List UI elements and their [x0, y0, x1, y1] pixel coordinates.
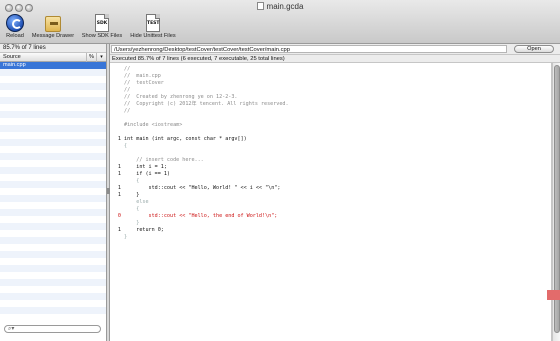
execution-count: 1 — [117, 164, 121, 170]
code-text: // main.cpp — [124, 73, 161, 79]
source-sidebar: 85.7% of 7 lines Source % ▾ main.cpp ⌕▾ — [0, 44, 107, 341]
sdk-document-icon: SDK — [95, 14, 109, 32]
hide-unittest-files-label: Hide Unittest Files — [130, 33, 176, 39]
code-text: { — [124, 206, 140, 212]
code-line: 1 return 0; — [110, 227, 551, 234]
execution-status: Executed 85.7% of 7 lines (6 executed, 7… — [110, 54, 560, 63]
execution-count: 1 — [117, 136, 121, 142]
code-line: #include <iostream> — [110, 122, 551, 129]
code-text: std::cout << "Hello, the end of World!\n… — [124, 213, 278, 219]
code-text: } — [124, 234, 128, 240]
code-view[interactable]: //// main.cpp// testCover//// Created by… — [110, 63, 552, 341]
code-text: // — [124, 87, 131, 93]
code-text: else — [124, 199, 149, 205]
code-line: 1 int main (int argc, const char * argv[]… — [110, 136, 551, 143]
search-field[interactable]: ⌕▾ — [4, 325, 101, 333]
code-text: // testCover — [124, 80, 164, 86]
code-text: } — [124, 192, 140, 198]
code-line: // testCover — [110, 80, 551, 87]
execution-count: 1 — [117, 171, 121, 177]
file-list-header: Source % ▾ — [0, 53, 106, 62]
code-line: else — [110, 199, 551, 206]
title-toolbar: main.gcda Reload Message Drawer SDK Show… — [0, 0, 560, 44]
hide-unittest-files-button[interactable]: TEST Hide Unittest Files — [126, 14, 180, 42]
code-line: // — [110, 87, 551, 94]
code-text: int main (int argc, const char * argv[]) — [124, 136, 247, 142]
code-text: // Copyright (c) 2012年 tencent. All righ… — [124, 101, 289, 107]
source-viewer: /Users/yezhenrong/Desktop/testCover/test… — [110, 44, 560, 341]
code-text: { — [124, 178, 140, 184]
show-sdk-files-button[interactable]: SDK Show SDK Files — [80, 14, 124, 42]
reload-icon — [6, 14, 24, 32]
code-line: { — [110, 206, 551, 213]
file-list: main.cpp — [0, 62, 106, 314]
file-list-item[interactable]: main.cpp — [0, 62, 106, 69]
execution-count: 0 — [117, 213, 121, 219]
message-drawer-button[interactable]: Message Drawer — [30, 14, 76, 42]
execution-count: 1 — [117, 185, 121, 191]
show-sdk-files-label: Show SDK Files — [81, 33, 123, 39]
code-line: // Created by zhenrong ye on 12-2-3. — [110, 94, 551, 101]
file-path-field[interactable]: /Users/yezhenrong/Desktop/testCover/test… — [111, 45, 507, 53]
window-title: main.gcda — [0, 2, 560, 11]
source-column-header[interactable]: Source — [3, 53, 21, 62]
code-text: #include <iostream> — [124, 122, 183, 128]
code-line: // — [110, 108, 551, 115]
coverage-window: main.gcda Reload Message Drawer SDK Show… — [0, 0, 560, 341]
execution-count: 1 — [117, 192, 121, 198]
code-text: int i = 1; — [124, 164, 167, 170]
code-line: 1 int i = 1; — [110, 164, 551, 171]
code-line: } — [110, 220, 551, 227]
coverage-summary: 85.7% of 7 lines — [0, 44, 106, 53]
code-line: { — [110, 178, 551, 185]
code-text: std::cout << "Hello, World! " << i << "\… — [124, 185, 281, 191]
document-icon — [256, 2, 264, 10]
open-button[interactable]: Open — [514, 45, 554, 53]
message-drawer-label: Message Drawer — [31, 33, 75, 39]
code-text: { — [124, 143, 128, 149]
code-line: } — [110, 234, 551, 241]
code-text: // — [124, 108, 131, 114]
path-bar: /Users/yezhenrong/Desktop/testCover/test… — [110, 44, 560, 54]
code-line: 1 std::cout << "Hello, World! " << i << … — [110, 185, 551, 192]
percent-column-header[interactable]: % — [86, 53, 96, 62]
search-icon: ⌕▾ — [8, 326, 15, 332]
code-line: // insert code here... — [110, 157, 551, 164]
sort-column-header[interactable]: ▾ — [96, 53, 106, 62]
code-line: // — [110, 66, 551, 73]
drawer-icon — [45, 16, 61, 32]
code-line: 1 } — [110, 192, 551, 199]
code-line: 1 if (i == 1) — [110, 171, 551, 178]
test-document-icon: TEST — [146, 14, 160, 32]
code-text: if (i == 1) — [124, 171, 171, 177]
reload-button[interactable]: Reload — [2, 14, 28, 42]
code-text: } — [124, 220, 140, 226]
missed-line-marker — [547, 290, 560, 300]
code-text: return 0; — [124, 227, 164, 233]
code-line: { — [110, 143, 551, 150]
execution-count: 1 — [117, 227, 121, 233]
code-line: // Copyright (c) 2012年 tencent. All righ… — [110, 101, 551, 108]
code-text: // insert code here... — [124, 157, 204, 163]
code-text: // Created by zhenrong ye on 12-2-3. — [124, 94, 238, 100]
reload-label: Reload — [6, 33, 24, 39]
code-line: 0 std::cout << "Hello, the end of World!… — [110, 213, 551, 220]
code-line: // main.cpp — [110, 73, 551, 80]
code-text: // — [124, 66, 131, 72]
